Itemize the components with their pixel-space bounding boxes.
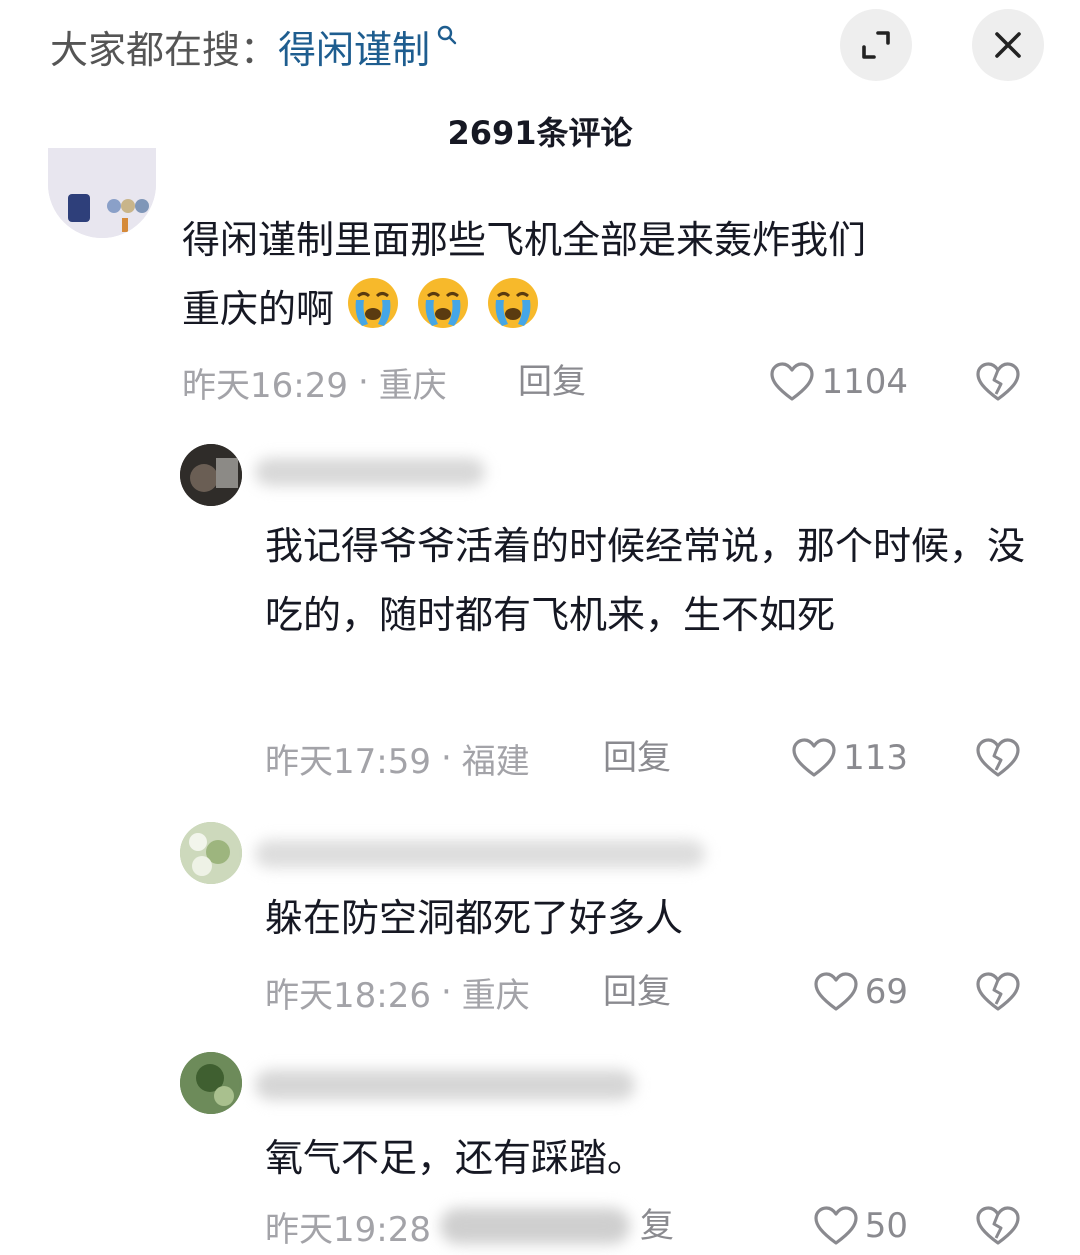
expand-button[interactable]: [840, 9, 912, 81]
like-count: 69: [864, 972, 908, 1012]
top-bar: 大家都在搜： 得闲谨制: [0, 0, 1080, 92]
dislike-button[interactable]: [972, 1202, 1024, 1250]
reply-button[interactable]: 回复: [518, 358, 586, 406]
comment-location: 福建: [461, 741, 530, 782]
dislike-button[interactable]: [972, 968, 1024, 1016]
dislike-button[interactable]: [972, 734, 1024, 782]
reply-button[interactable]: 复: [640, 1202, 674, 1250]
avatar[interactable]: [180, 1052, 242, 1114]
like-count: 113: [843, 738, 908, 778]
comment-meta: 昨天17:59 · 福建: [265, 734, 530, 782]
like-button[interactable]: 1104: [760, 358, 908, 406]
comment-text: 得闲谨制里面那些飞机全部是来轰炸我们 重庆的啊: [182, 206, 1042, 344]
comment-text-line: 得闲谨制里面那些飞机全部是来轰炸我们: [182, 218, 867, 262]
comment-location: 重庆: [461, 975, 530, 1016]
crying-face-emoji-icon: [334, 278, 544, 331]
meta-separator: ·: [357, 362, 369, 402]
like-button[interactable]: 69: [760, 968, 908, 1016]
like-button[interactable]: 50: [760, 1202, 908, 1250]
comment-time: 昨天18:26: [265, 975, 431, 1016]
username-redacted: [255, 458, 485, 486]
reply-button[interactable]: 回复: [603, 968, 671, 1016]
avatar[interactable]: [180, 444, 242, 506]
avatar-image: [180, 444, 242, 506]
search-icon: [437, 25, 457, 45]
comment-meta: 昨天16:29 · 重庆: [182, 358, 447, 406]
heart-icon: [792, 738, 836, 777]
search-suggestion[interactable]: 大家都在搜： 得闲谨制: [50, 18, 458, 74]
like-button[interactable]: 113: [760, 734, 908, 782]
meta-separator: ·: [440, 738, 452, 778]
meta-separator: ·: [440, 972, 452, 1012]
heart-icon: [770, 362, 815, 401]
comment-time: 昨天17:59: [265, 741, 431, 782]
username-redacted: [255, 1070, 635, 1100]
close-icon: [995, 32, 1021, 58]
broken-heart-icon: [976, 1206, 1020, 1245]
dislike-button[interactable]: [972, 358, 1024, 406]
heart-icon: [814, 972, 858, 1011]
comment-location: 重庆: [378, 365, 447, 406]
comment-meta: 昨天19:28: [265, 1202, 431, 1250]
search-suggestion-keyword[interactable]: 得闲谨制: [278, 19, 430, 74]
broken-heart-icon: [976, 362, 1020, 401]
avatar[interactable]: [48, 148, 156, 238]
avatar[interactable]: [180, 822, 242, 884]
comment-text: 我记得爷爷活着的时候经常说，那个时候，没吃的，随时都有飞机来，生不如死: [265, 524, 1026, 637]
comment-text: 躲在防空洞都死了好多人: [265, 896, 684, 940]
avatar-image: [48, 148, 156, 238]
location-redacted: [440, 1208, 630, 1244]
close-button[interactable]: [972, 9, 1044, 81]
comment-time: 昨天16:29: [182, 365, 348, 406]
comment-time: 昨天19:28: [265, 1209, 431, 1250]
search-suggestion-prefix: 大家都在搜：: [50, 27, 279, 72]
broken-heart-icon: [976, 738, 1020, 777]
username-redacted: [255, 840, 705, 868]
like-count: 50: [864, 1206, 908, 1246]
avatar-image: [180, 822, 242, 884]
avatar-image: [180, 1052, 242, 1114]
like-count: 1104: [821, 362, 908, 402]
comment-meta: 昨天18:26 · 重庆: [265, 968, 530, 1016]
expand-icon: [862, 31, 890, 59]
comment-text-line: 重庆的啊: [182, 287, 335, 331]
comment-count: 2691条评论: [447, 114, 633, 152]
broken-heart-icon: [976, 972, 1020, 1011]
heart-icon: [814, 1206, 858, 1245]
reply-button[interactable]: 回复: [603, 734, 671, 782]
comment-text: 氧气不足，还有踩踏。: [265, 1136, 646, 1180]
comments-panel: 大家都在搜： 得闲谨制 2691条评论 得闲谨制里面那些飞机全部是来轰炸我们 重…: [0, 0, 1080, 1255]
